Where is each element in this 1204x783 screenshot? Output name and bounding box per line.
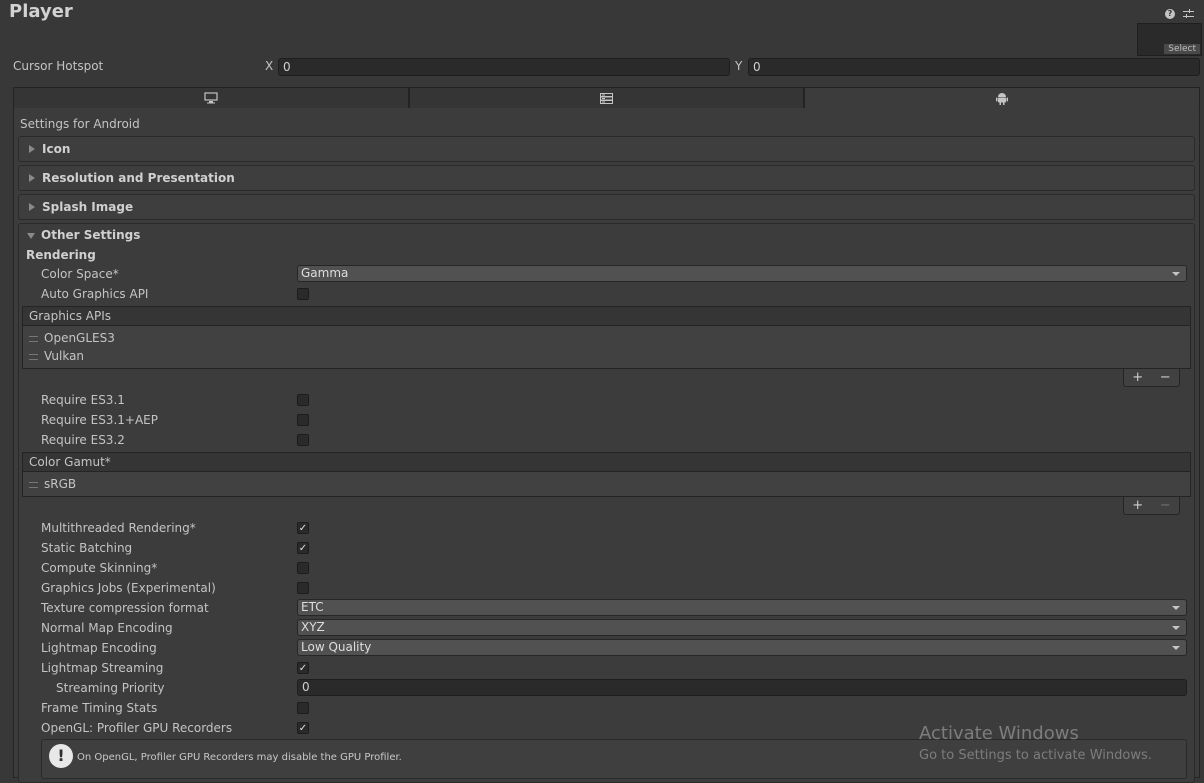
- graphics-apis-header: Graphics APIs: [22, 306, 1191, 326]
- dropdown-arrow-icon: [1172, 626, 1180, 630]
- graphics-apis-list: OpenGLES3 Vulkan: [22, 326, 1191, 369]
- lightmap-encoding-dropdown[interactable]: Low Quality: [297, 639, 1187, 656]
- opengl-profiler-checkbox[interactable]: ✓: [297, 722, 309, 734]
- y-label: Y: [735, 59, 743, 73]
- auto-graphics-api-checkbox[interactable]: [297, 288, 309, 300]
- expand-arrow-icon: [29, 203, 35, 211]
- activate-windows-subtitle: Go to Settings to activate Windows.: [919, 748, 1152, 763]
- texture-compression-dropdown[interactable]: ETC: [297, 599, 1187, 616]
- add-item-button[interactable]: +: [1132, 498, 1143, 513]
- activate-windows-title: Activate Windows: [919, 723, 1079, 744]
- dropdown-value: Low Quality: [301, 640, 372, 654]
- dropdown-value: Gamma: [301, 266, 349, 280]
- require-es31-aep-checkbox[interactable]: [297, 414, 309, 426]
- warning-icon: !: [49, 744, 73, 768]
- color-gamut-header: Color Gamut*: [22, 452, 1191, 472]
- list-item[interactable]: OpenGLES3: [44, 331, 115, 345]
- foldout-label: Other Settings: [41, 228, 141, 242]
- hotspot-y-field[interactable]: 0: [748, 58, 1200, 76]
- require-es32-label: Require ES3.2: [41, 433, 125, 447]
- require-es32-checkbox[interactable]: [297, 434, 309, 446]
- opengl-profiler-label: OpenGL: Profiler GPU Recorders: [41, 721, 233, 735]
- frame-timing-checkbox[interactable]: [297, 702, 309, 714]
- expand-arrow-icon: [29, 145, 35, 153]
- tab-server[interactable]: [408, 87, 805, 109]
- compute-skinning-label: Compute Skinning*: [41, 561, 158, 575]
- multithreaded-checkbox[interactable]: ✓: [297, 522, 309, 534]
- remove-item-button[interactable]: −: [1160, 498, 1171, 513]
- preset-settings-icon[interactable]: [1183, 8, 1194, 19]
- foldout-icon[interactable]: Icon: [18, 136, 1195, 162]
- help-icon[interactable]: ?: [1165, 8, 1175, 19]
- foldout-other-settings[interactable]: Other Settings: [18, 223, 1195, 249]
- multithreaded-label: Multithreaded Rendering*: [41, 521, 196, 535]
- require-es31-checkbox[interactable]: [297, 394, 309, 406]
- color-space-label: Color Space*: [41, 267, 119, 281]
- dropdown-arrow-icon: [1172, 606, 1180, 610]
- foldout-label: Resolution and Presentation: [42, 171, 235, 185]
- android-icon: [996, 92, 1009, 105]
- texture-compression-label: Texture compression format: [41, 601, 209, 615]
- foldout-label: Splash Image: [42, 200, 134, 214]
- add-item-button[interactable]: +: [1132, 370, 1143, 385]
- dropdown-value: XYZ: [301, 620, 325, 634]
- graphics-jobs-checkbox[interactable]: [297, 582, 309, 594]
- foldout-splash[interactable]: Splash Image: [18, 194, 1195, 220]
- warning-text: On OpenGL, Profiler GPU Recorders may di…: [77, 752, 402, 763]
- dropdown-arrow-icon: [1172, 646, 1180, 650]
- drag-handle-icon[interactable]: [29, 336, 38, 342]
- expand-arrow-icon: [29, 174, 35, 182]
- drag-handle-icon[interactable]: [29, 482, 38, 488]
- list-item[interactable]: sRGB: [44, 477, 76, 491]
- normal-map-label: Normal Map Encoding: [41, 621, 173, 635]
- frame-timing-label: Frame Timing Stats: [41, 701, 158, 715]
- graphics-apis-footer: + −: [1123, 369, 1180, 387]
- static-batching-checkbox[interactable]: ✓: [297, 542, 309, 554]
- lightmap-encoding-label: Lightmap Encoding: [41, 641, 157, 655]
- color-space-dropdown[interactable]: Gamma: [297, 265, 1187, 282]
- static-batching-label: Static Batching: [41, 541, 133, 555]
- drag-handle-icon[interactable]: [29, 354, 38, 360]
- color-gamut-list: sRGB: [22, 472, 1191, 497]
- dropdown-value: ETC: [301, 600, 324, 614]
- dropdown-arrow-icon: [1172, 272, 1180, 276]
- tab-android[interactable]: [804, 87, 1201, 109]
- normal-map-dropdown[interactable]: XYZ: [297, 619, 1187, 636]
- header-icons: ?: [1165, 8, 1194, 19]
- compute-skinning-checkbox[interactable]: [297, 562, 309, 574]
- streaming-priority-field[interactable]: 0: [297, 679, 1187, 696]
- select-button[interactable]: Select: [1164, 44, 1200, 54]
- streaming-priority-label: Streaming Priority: [56, 681, 165, 695]
- rendering-heading: Rendering: [26, 248, 96, 262]
- cursor-texture-slot[interactable]: Select: [1137, 23, 1202, 56]
- x-label: X: [265, 59, 274, 73]
- remove-item-button[interactable]: −: [1160, 370, 1171, 385]
- graphics-jobs-label: Graphics Jobs (Experimental): [41, 581, 216, 595]
- cursor-hotspot-label: Cursor Hotspot: [13, 59, 104, 73]
- require-es31-aep-label: Require ES3.1+AEP: [41, 413, 158, 427]
- platform-tabs: [13, 87, 1201, 109]
- require-es31-label: Require ES3.1: [41, 393, 125, 407]
- list-item[interactable]: Vulkan: [44, 349, 84, 363]
- collapse-arrow-icon: [27, 233, 35, 239]
- server-icon: [600, 92, 613, 104]
- lightmap-streaming-checkbox[interactable]: ✓: [297, 662, 309, 674]
- auto-graphics-api-label: Auto Graphics API: [41, 287, 149, 301]
- settings-for-label: Settings for Android: [20, 117, 140, 131]
- inspector-title: Player: [9, 1, 73, 22]
- hotspot-x-field[interactable]: 0: [278, 58, 730, 76]
- monitor-icon: [204, 92, 218, 104]
- tab-standalone[interactable]: [13, 87, 409, 109]
- foldout-resolution[interactable]: Resolution and Presentation: [18, 165, 1195, 191]
- color-gamut-footer: + −: [1123, 497, 1180, 515]
- foldout-label: Icon: [42, 142, 71, 156]
- lightmap-streaming-label: Lightmap Streaming: [41, 661, 164, 675]
